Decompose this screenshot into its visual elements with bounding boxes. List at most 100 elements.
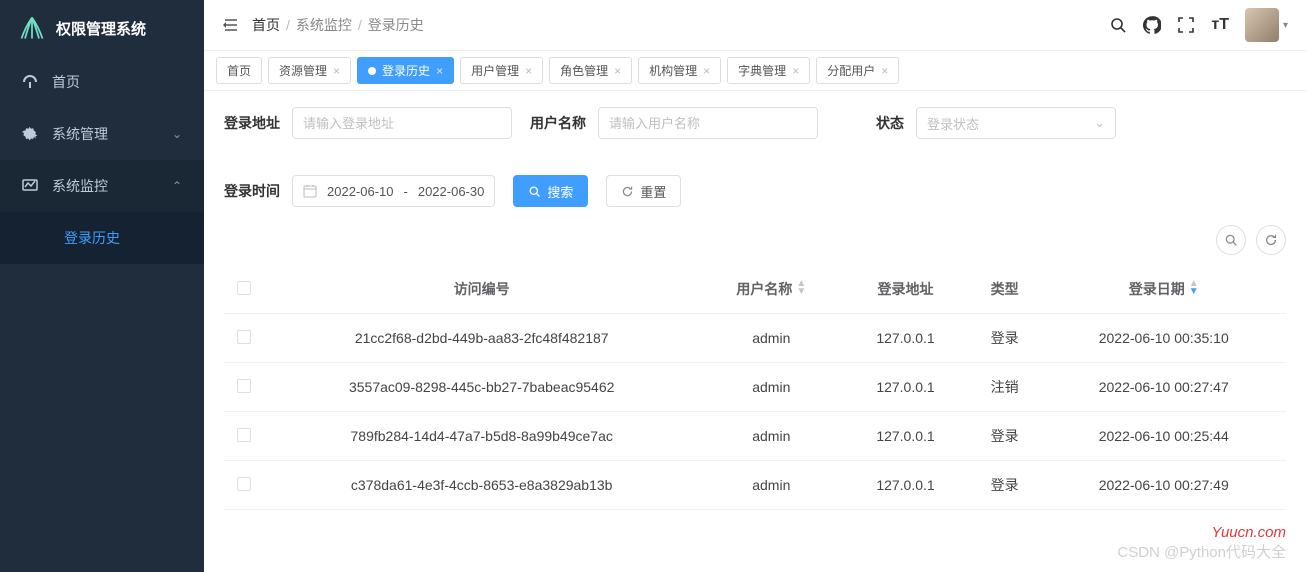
menu-toggle-icon[interactable] — [222, 16, 240, 34]
cell-id: 789fb284-14d4-47a7-b5d8-8a99b49ce7ac — [264, 412, 699, 461]
sidebar-item-home[interactable]: 首页 — [0, 56, 204, 108]
reset-button[interactable]: 重置 — [606, 175, 681, 207]
filter-user-label: 用户名称 — [530, 113, 586, 133]
search-button[interactable]: 搜索 — [513, 175, 588, 207]
tab-resource[interactable]: 资源管理 × — [268, 57, 351, 84]
tab-label: 分配用户 — [827, 62, 875, 79]
sort-icon: ▲▼ — [1189, 280, 1199, 296]
close-icon[interactable]: × — [881, 64, 888, 78]
avatar — [1245, 8, 1279, 42]
th-type[interactable]: 类型 — [968, 265, 1042, 314]
sidebar: 权限管理系统 首页 系统管理 ⌄ 系统监控 ⌃ 登录历史 — [0, 0, 204, 572]
cell-user: admin — [699, 461, 843, 510]
tab-dict[interactable]: 字典管理 × — [727, 57, 810, 84]
tab-label: 首页 — [227, 62, 251, 79]
caret-down-icon: ▾ — [1283, 20, 1288, 31]
button-label: 重置 — [640, 182, 666, 201]
cell-id: c378da61-4e3f-4ccb-8653-e8a3829ab13b — [264, 461, 699, 510]
cell-date: 2022-06-10 00:27:49 — [1041, 461, 1286, 510]
table-actions — [224, 225, 1286, 255]
tab-assign[interactable]: 分配用户 × — [816, 57, 899, 84]
breadcrumb-home[interactable]: 首页 — [252, 15, 280, 35]
tab-user[interactable]: 用户管理 × — [460, 57, 543, 84]
calendar-icon — [303, 184, 317, 198]
chevron-down-icon: ⌄ — [1094, 115, 1105, 131]
row-checkbox[interactable] — [237, 477, 251, 491]
close-icon[interactable]: × — [792, 64, 799, 78]
table-row: 21cc2f68-d2bd-449b-aa83-2fc48f482187admi… — [224, 314, 1286, 363]
close-icon[interactable]: × — [614, 64, 621, 78]
th-id[interactable]: 访问编号 — [264, 265, 699, 314]
th-addr[interactable]: 登录地址 — [843, 265, 968, 314]
filter-time-label: 登录时间 — [224, 181, 280, 201]
row-checkbox[interactable] — [237, 330, 251, 344]
sidebar-item-loginhistory[interactable]: 登录历史 — [0, 212, 204, 264]
sidebar-item-label: 登录历史 — [64, 228, 120, 248]
tab-label: 登录历史 — [382, 62, 430, 79]
row-checkbox[interactable] — [237, 379, 251, 393]
cell-user: admin — [699, 314, 843, 363]
active-dot-icon — [368, 67, 376, 75]
sort-icon: ▲▼ — [796, 280, 806, 296]
breadcrumb-current: 登录历史 — [368, 15, 424, 35]
cell-user: admin — [699, 412, 843, 461]
dashboard-icon — [22, 74, 38, 90]
table-row: c378da61-4e3f-4ccb-8653-e8a3829ab13badmi… — [224, 461, 1286, 510]
github-icon[interactable] — [1143, 16, 1161, 34]
date-start: 2022-06-10 — [327, 184, 394, 199]
user-menu[interactable]: ▾ — [1245, 8, 1288, 42]
filter-status-select[interactable]: 登录状态 ⌄ — [916, 107, 1116, 139]
close-icon[interactable]: × — [333, 64, 340, 78]
cell-addr: 127.0.0.1 — [843, 363, 968, 412]
sidebar-item-sysmgmt[interactable]: 系统管理 ⌄ — [0, 108, 204, 160]
close-icon[interactable]: × — [436, 64, 443, 78]
table-search-button[interactable] — [1216, 225, 1246, 255]
fullscreen-icon[interactable] — [1177, 16, 1195, 34]
cell-addr: 127.0.0.1 — [843, 412, 968, 461]
filter-user-input[interactable] — [598, 107, 818, 139]
sidebar-item-sysmonitor[interactable]: 系统监控 ⌃ — [0, 160, 204, 212]
search-icon[interactable] — [1109, 16, 1127, 34]
close-icon[interactable]: × — [703, 64, 710, 78]
cell-type: 登录 — [968, 314, 1042, 363]
tab-label: 角色管理 — [560, 62, 608, 79]
table-row: 789fb284-14d4-47a7-b5d8-8a99b49ce7acadmi… — [224, 412, 1286, 461]
th-user[interactable]: 用户名称▲▼ — [699, 265, 843, 314]
date-sep: - — [404, 184, 408, 199]
tab-loginhistory[interactable]: 登录历史 × — [357, 57, 454, 84]
search-icon — [528, 185, 541, 198]
cell-date: 2022-06-10 00:27:47 — [1041, 363, 1286, 412]
gear-icon — [22, 126, 38, 142]
refresh-icon — [621, 185, 634, 198]
chevron-down-icon: ⌄ — [172, 127, 182, 141]
login-history-table: 访问编号 用户名称▲▼ 登录地址 类型 登录日期▲▼ 21cc2f68-d2bd… — [224, 265, 1286, 510]
content: 登录地址 用户名称 状态 登录状态 ⌄ 登录时间 — [204, 91, 1306, 572]
button-label: 搜索 — [547, 182, 573, 201]
fontsize-icon[interactable]: ᴛT — [1211, 16, 1229, 34]
tab-home[interactable]: 首页 — [216, 57, 262, 84]
tab-role[interactable]: 角色管理 × — [549, 57, 632, 84]
filter-addr-input[interactable] — [292, 107, 512, 139]
breadcrumb-sep: / — [286, 17, 290, 33]
row-checkbox[interactable] — [237, 428, 251, 442]
main: 首页 / 系统监控 / 登录历史 ᴛT ▾ 首页 资源管理× 登录历史× 用 — [204, 0, 1306, 572]
filter-status-label: 状态 — [876, 113, 904, 133]
tab-label: 字典管理 — [738, 62, 786, 79]
filter-daterange[interactable]: 2022-06-10 - 2022-06-30 — [292, 175, 495, 207]
table-refresh-button[interactable] — [1256, 225, 1286, 255]
breadcrumb-monitor[interactable]: 系统监控 — [296, 15, 352, 35]
tab-label: 资源管理 — [279, 62, 327, 79]
monitor-icon — [22, 178, 38, 194]
topbar: 首页 / 系统监控 / 登录历史 ᴛT ▾ — [204, 0, 1306, 51]
cell-date: 2022-06-10 00:25:44 — [1041, 412, 1286, 461]
sidebar-item-label: 系统监控 — [52, 176, 108, 196]
breadcrumb-sep: / — [358, 17, 362, 33]
table-row: 3557ac09-8298-445c-bb27-7babeac95462admi… — [224, 363, 1286, 412]
tab-org[interactable]: 机构管理× — [638, 57, 721, 84]
close-icon[interactable]: × — [525, 64, 532, 78]
cell-type: 登录 — [968, 461, 1042, 510]
th-date[interactable]: 登录日期▲▼ — [1041, 265, 1286, 314]
cell-type: 注销 — [968, 363, 1042, 412]
select-all-checkbox[interactable] — [237, 281, 251, 295]
tab-label: 用户管理 — [471, 62, 519, 79]
